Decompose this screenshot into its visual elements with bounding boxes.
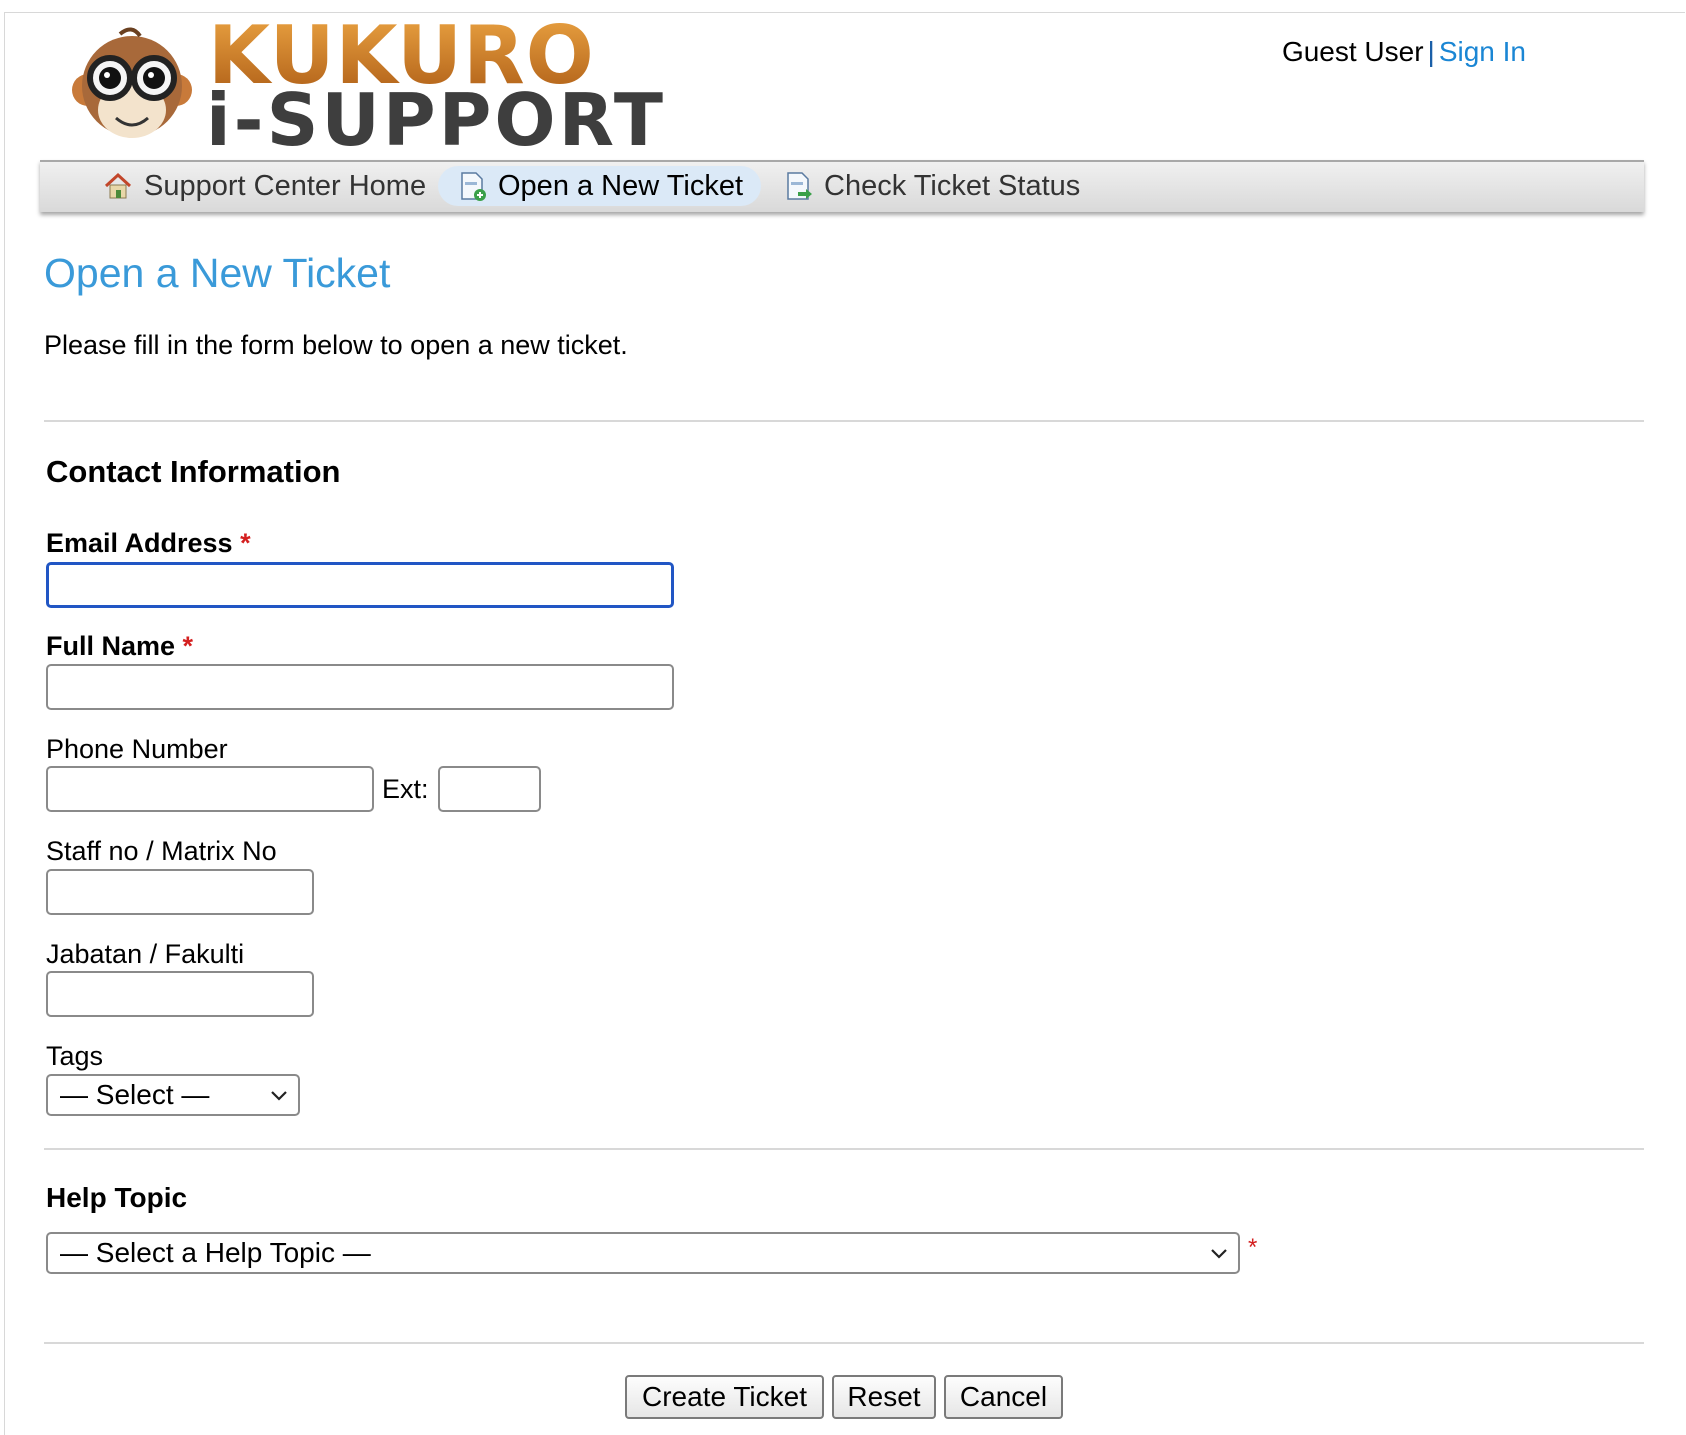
help-topic-selected-value: — Select a Help Topic — <box>60 1237 371 1268</box>
page-frame <box>4 12 1685 1435</box>
full-name-label: Full Name * <box>46 631 193 662</box>
monkey-mascot-icon <box>72 27 192 138</box>
ext-label: Ext: <box>382 774 429 804</box>
department-field[interactable] <box>46 971 314 1017</box>
divider <box>44 1342 1644 1344</box>
nav-item-open-new-ticket[interactable]: Open a New Ticket <box>438 166 761 206</box>
nav-item-support-center-home[interactable]: Support Center Home <box>84 166 444 206</box>
section-heading-help-topic: Help Topic <box>46 1182 188 1213</box>
cancel-button[interactable]: Cancel <box>944 1375 1063 1419</box>
nav-label: Check Ticket Status <box>824 169 1081 202</box>
guest-user-label: Guest User <box>1281 36 1424 67</box>
new-ticket-icon <box>461 172 486 201</box>
phone-field[interactable] <box>46 766 374 812</box>
email-label-text: Email Address <box>46 528 233 558</box>
tags-selected-value: — Select — <box>60 1079 210 1110</box>
required-marker: * <box>182 631 194 661</box>
user-status: Guest User | Sign In <box>1282 36 1526 68</box>
required-marker: * <box>240 528 251 558</box>
sign-in-link[interactable]: Sign In <box>1439 36 1526 67</box>
separator: | <box>1427 36 1435 67</box>
chevron-down-icon <box>271 1091 287 1101</box>
create-ticket-button[interactable]: Create Ticket <box>625 1375 824 1419</box>
divider <box>44 1148 1644 1150</box>
divider <box>44 420 1644 422</box>
ticket-status-icon <box>787 172 812 200</box>
reset-button[interactable]: Reset <box>832 1375 936 1419</box>
email-label: Email Address * <box>46 528 251 559</box>
logo-wordmark-bottom: i-SUPPORT <box>206 78 666 162</box>
page-title: Open a New Ticket <box>44 250 391 296</box>
help-topic-select[interactable]: — Select a Help Topic — <box>46 1232 1240 1274</box>
ext-field[interactable] <box>438 766 541 812</box>
page-intro: Please fill in the form below to open a … <box>44 330 628 360</box>
main-nav: Support Center Home Open a New Ticket Ch… <box>40 160 1644 212</box>
staff-no-field[interactable] <box>46 869 314 915</box>
full-name-label-text: Full Name <box>46 631 176 661</box>
nav-label: Open a New Ticket <box>498 169 743 202</box>
phone-label: Phone Number <box>46 734 228 764</box>
full-name-field[interactable] <box>46 664 674 710</box>
site-logo[interactable]: KUKURO i-SUPPORT <box>68 16 668 156</box>
tags-label: Tags <box>46 1041 104 1071</box>
section-heading-contact: Contact Information <box>46 454 341 489</box>
required-marker: * <box>1248 1234 1258 1261</box>
home-icon <box>104 172 132 199</box>
chevron-down-icon <box>1211 1249 1227 1259</box>
tags-select[interactable]: — Select — <box>46 1074 300 1116</box>
nav-item-check-ticket-status[interactable]: Check Ticket Status <box>764 166 1098 206</box>
nav-label: Support Center Home <box>144 169 427 202</box>
email-field[interactable] <box>46 562 674 608</box>
staff-no-label: Staff no / Matrix No <box>46 836 277 866</box>
department-label: Jabatan / Fakulti <box>46 939 245 969</box>
